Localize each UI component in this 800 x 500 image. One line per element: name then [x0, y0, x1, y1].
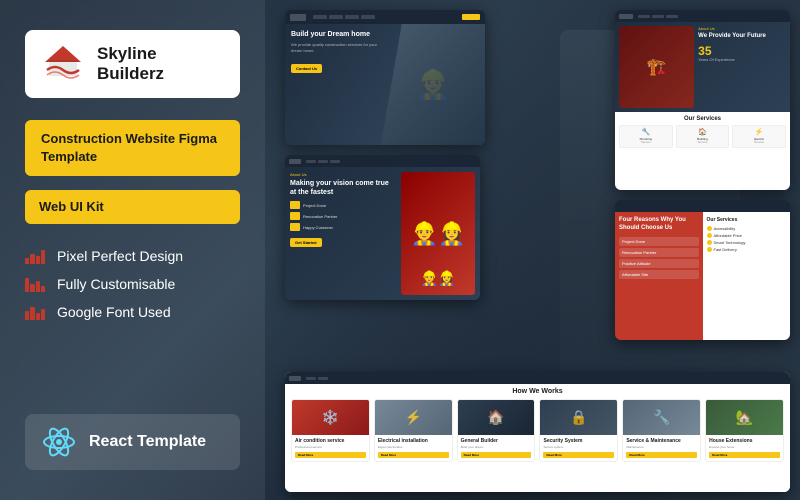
mockup-why-choose: Four Reasons Why You Should Choose Us Pr… — [615, 200, 790, 340]
ap-feat-2: Renovation Partner — [290, 212, 396, 220]
feature-google-font: Google Font Used — [25, 304, 240, 320]
ap-title: Making your vision come true at the fast… — [290, 179, 396, 197]
mockup-hero: Build your Dream home We provide quality… — [285, 10, 485, 145]
hero-image: 👷 — [381, 24, 485, 145]
logo-icon — [41, 42, 85, 86]
feature-customisable-label: Fully Customisable — [57, 276, 175, 292]
stat-label: Years Of Experience — [698, 57, 786, 62]
webui-badge-text: Web UI Kit — [39, 199, 104, 214]
how-card-4: 🔒 Security System Secure system Read Mor… — [539, 399, 618, 462]
react-icon — [41, 424, 77, 460]
figma-badge: Construction Website Figma Template — [25, 120, 240, 176]
how-works-cards: ❄️ Air condition service Professional se… — [291, 399, 784, 462]
hero-sub: We provide quality construction services… — [291, 42, 385, 53]
mockup-about-page: About Us Making your vision come true at… — [285, 155, 480, 300]
why-reason-4: Affordable Site — [619, 270, 699, 279]
why-left-panel: Four Reasons Why You Should Choose Us Pr… — [615, 212, 703, 340]
how-card-6: 🏡 House Extensions Expand your home Read… — [705, 399, 784, 462]
feature-customisable: Fully Customisable — [25, 276, 240, 292]
brand-name: Skyline Builderz — [97, 44, 224, 85]
about-tag: About Us — [698, 26, 786, 31]
google-font-icon — [25, 304, 45, 320]
how-card-3: 🏠 General Builder Build your dream Read … — [457, 399, 536, 462]
how-card-5: 🔧 Service & Maintenance Maintenance Read… — [622, 399, 701, 462]
why-reason-1: Project Done — [619, 237, 699, 246]
ap-feat-3: Happy Customer — [290, 223, 396, 231]
mockups-panel: Build your Dream home We provide quality… — [270, 0, 800, 500]
mock-logo — [290, 14, 306, 21]
about-image: 🏗️ — [619, 26, 694, 108]
service-item-1: 🔧 Plumbing Service — [619, 125, 673, 148]
ap-workers-image: 👷‍♂️👷‍♀️ — [401, 172, 475, 295]
left-panel: Skyline Builderz Construction Website Fi… — [0, 0, 265, 500]
feature-pixel-perfect: Pixel Perfect Design — [25, 248, 240, 264]
services-title: Our Services — [619, 116, 786, 122]
ap-cta: Get Started — [290, 238, 322, 247]
service-item-3: ⚡ Electric Service — [732, 125, 786, 148]
react-badge-text: React Template — [89, 433, 206, 451]
about-title: We Provide Your Future — [698, 33, 786, 41]
figma-badge-text: Construction Website Figma Template — [41, 131, 217, 164]
feature-google-font-label: Google Font Used — [57, 304, 171, 320]
how-card-1: ❄️ Air condition service Professional se… — [291, 399, 370, 462]
why-service-3: Smart Technology — [707, 240, 787, 245]
webui-badge: Web UI Kit — [25, 190, 240, 224]
logo-area: Skyline Builderz — [25, 30, 240, 98]
why-service-4: Fast Delivery — [707, 247, 787, 252]
ap-tag: About Us — [290, 172, 396, 177]
why-title: Four Reasons Why You Should Choose Us — [619, 217, 699, 233]
pixel-perfect-icon — [25, 248, 45, 264]
hero-title: Build your Dream home — [291, 30, 385, 39]
hero-cta: Contact Us — [291, 64, 322, 73]
why-reason-3: Positive Attitude — [619, 259, 699, 268]
services-section: Our Services 🔧 Plumbing Service 🏠 Buildi… — [615, 112, 790, 190]
service-item-2: 🏠 Building Service — [676, 125, 730, 148]
react-badge: React Template — [25, 414, 240, 470]
about-section: 🏗️ About Us We Provide Your Future 35 Ye… — [615, 22, 790, 112]
stat-number: 35 — [698, 45, 786, 57]
mockup-how-works: How We Works ❄️ Air condition service Pr… — [285, 372, 790, 492]
how-card-2: ⚡ Electrical installation Expert electri… — [374, 399, 453, 462]
mockup-about-services: 🏗️ About Us We Provide Your Future 35 Ye… — [615, 10, 790, 190]
why-services-title: Our Services — [707, 217, 787, 223]
customisable-icon — [25, 276, 45, 292]
why-service-1: Accessibility — [707, 226, 787, 231]
how-works-title: How We Works — [291, 388, 784, 395]
features-list: Pixel Perfect Design Fully Customisable … — [25, 248, 240, 320]
feature-pixel-perfect-label: Pixel Perfect Design — [57, 248, 183, 264]
why-right-panel: Our Services Accessibility Affordable Pr… — [703, 212, 791, 340]
ap-feat-1: Project Done — [290, 201, 396, 209]
why-service-2: Affordable Price — [707, 233, 787, 238]
why-reason-2: Renovation Partner — [619, 248, 699, 257]
